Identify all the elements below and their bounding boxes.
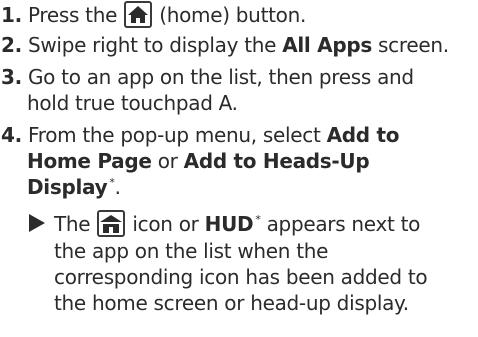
note-line-3: corresponding icon has been added to — [54, 265, 428, 289]
step-number: 1. — [1, 3, 22, 27]
step-text: hold true touchpad A. — [27, 91, 238, 115]
step-3: 3. Go to an app on the list, then press … — [1, 65, 414, 89]
step-4: 4. From the pop-up menu, select Add to — [1, 123, 399, 147]
step-3-continued: hold true touchpad A. — [27, 91, 238, 115]
step-text: or — [151, 149, 184, 173]
triangle-arrow-icon — [29, 214, 45, 232]
instruction-page: 1. Press the (home) button. 2. Swipe rig… — [0, 0, 478, 337]
display-label: Display — [27, 175, 108, 199]
step-text: Go to an app on the list, then press and — [27, 65, 414, 89]
home-icon — [97, 210, 126, 237]
step-text: Press the — [27, 3, 124, 27]
step-2: 2. Swipe right to display the All Apps s… — [1, 33, 449, 57]
note-text: the home screen or head-up display. — [54, 291, 409, 315]
step-text: . — [114, 175, 121, 199]
add-to-label: Add to — [326, 123, 400, 147]
all-apps-label: All Apps — [282, 33, 372, 57]
note-text: the app on the list when the — [54, 239, 329, 263]
step-text: From the pop-up menu, select — [27, 123, 327, 147]
step-number: 3. — [1, 65, 22, 89]
note-text: corresponding icon has been added to — [54, 265, 428, 289]
note-line-4: the home screen or head-up display. — [54, 291, 409, 315]
step-number: 2. — [1, 33, 22, 57]
step-number: 4. — [1, 123, 22, 147]
note-text: icon or — [126, 212, 205, 236]
step-text: Swipe right to display the — [27, 33, 283, 57]
step-4-line-2: Home Page or Add to Heads-Up — [27, 149, 370, 173]
step-text: (home) button. — [153, 3, 307, 27]
step-text: screen. — [371, 33, 449, 57]
note-line-2: the app on the list when the — [54, 239, 328, 263]
home-icon — [124, 1, 153, 28]
add-to-heads-up-label: Add to Heads-Up — [183, 149, 370, 173]
step-1: 1. Press the (home) button. — [1, 1, 306, 28]
home-page-label: Home Page — [27, 149, 152, 173]
hud-label: HUD — [204, 212, 254, 236]
step-4-line-3: Display *. — [27, 175, 121, 199]
note-text: appears next to — [260, 212, 421, 236]
note-text: The — [54, 212, 97, 236]
result-note: The icon or HUD * appears next to — [29, 210, 420, 237]
